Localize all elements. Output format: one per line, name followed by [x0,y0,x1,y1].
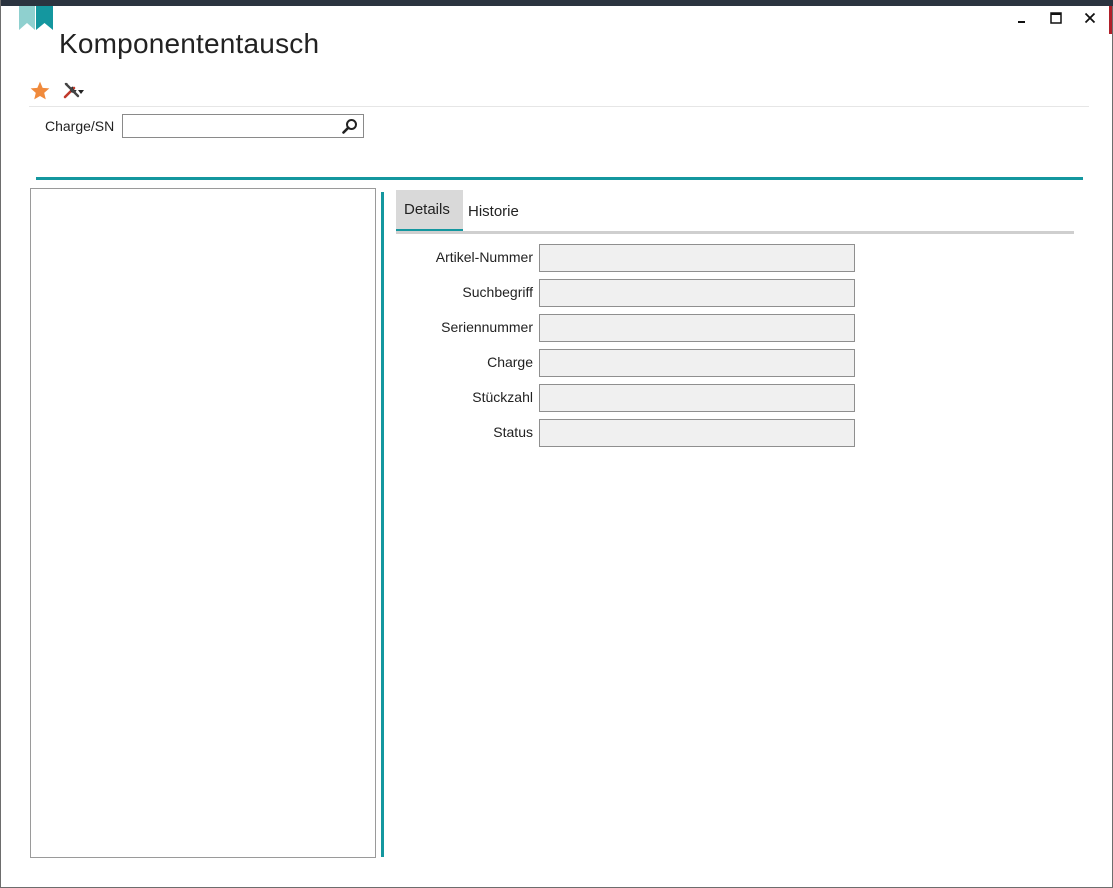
tab-details[interactable]: Details [396,190,463,232]
favorite-button[interactable] [29,80,51,102]
minimize-icon [1018,21,1025,23]
search-field [122,114,365,138]
artikel-nummer-label: Artikel-Nummer [435,249,533,265]
maximize-icon [1050,12,1062,24]
stueckzahl-field [539,384,855,412]
window-edge-accent [1109,6,1112,34]
header-accent-line [36,177,1083,180]
form-row-suchbegriff: Suchbegriff [396,279,866,307]
tab-strip-baseline [396,231,1074,234]
form-row-charge: Charge [396,349,866,377]
status-field [539,419,855,447]
close-button[interactable] [1082,10,1098,26]
suchbegriff-field [539,279,855,307]
stueckzahl-label: Stückzahl [472,389,533,405]
seriennummer-label: Seriennummer [441,319,533,335]
status-label: Status [493,424,533,440]
maximize-button[interactable] [1048,10,1064,26]
search-bar: Charge/SN [45,114,365,138]
panel-splitter[interactable] [381,192,384,857]
search-button[interactable] [341,117,359,135]
search-input[interactable] [123,115,342,137]
window-top-strip [1,0,1113,6]
app-window: Komponententausch Charge/SN Details Hist… [0,0,1113,888]
seriennummer-field [539,314,855,342]
window-controls [1014,10,1098,26]
toolbar-divider [29,106,1089,107]
form-row-status: Status [396,419,866,447]
search-label: Charge/SN [45,118,115,134]
charge-field [539,349,855,377]
close-icon [1084,12,1096,24]
toolbar [29,80,89,102]
page-title: Komponententausch [59,28,320,59]
chevron-down-icon [78,90,84,94]
suchbegriff-label: Suchbegriff [462,284,533,300]
form-row-seriennummer: Seriennummer [396,314,866,342]
minimize-button[interactable] [1014,10,1030,26]
detail-tabs: Details Historie [396,190,1074,235]
component-tree-panel[interactable] [30,188,376,858]
artikel-nummer-field [539,244,855,272]
star-icon [30,81,50,100]
form-row-stueckzahl: Stückzahl [396,384,866,412]
search-icon [342,119,358,134]
bookmark-icon [19,6,53,32]
form-row-artikel-nummer: Artikel-Nummer [396,244,866,272]
tools-menu-button[interactable] [57,80,89,102]
tab-historie[interactable]: Historie [460,190,527,232]
charge-label: Charge [487,354,533,370]
